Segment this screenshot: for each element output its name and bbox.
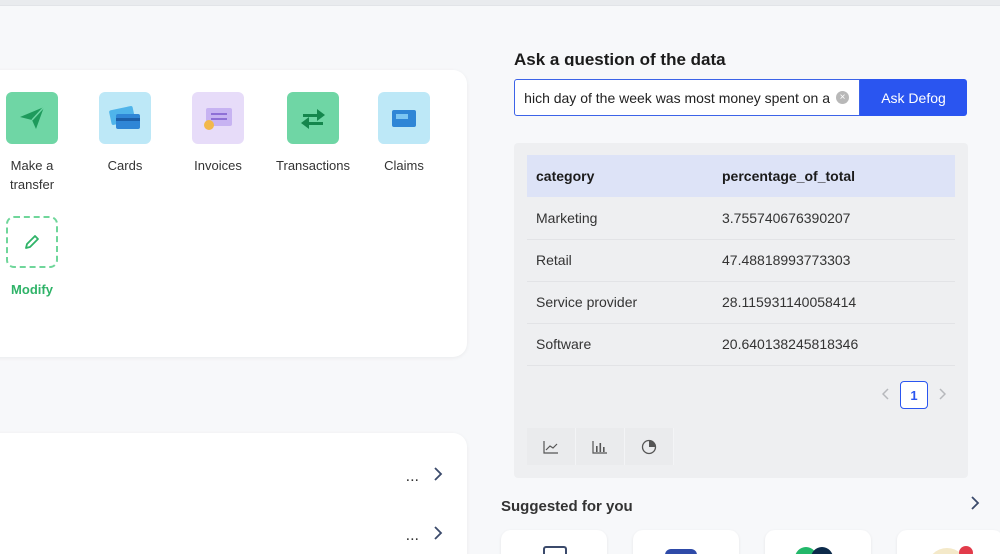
list-card: ... ...	[0, 433, 467, 554]
chart-type-tabs	[527, 428, 674, 465]
suggested-title: Suggested for you	[501, 498, 633, 515]
suggested-card[interactable]	[765, 530, 871, 554]
suggested-card[interactable]	[501, 530, 607, 554]
action-label: Transactions	[276, 158, 350, 173]
calendar-icon	[543, 546, 567, 554]
clear-input-icon[interactable]: ×	[836, 91, 849, 104]
list-row[interactable]: ...	[406, 467, 443, 486]
table-cell: 3.755740676390207	[713, 197, 955, 240]
action-cards[interactable]: Cards	[80, 92, 170, 175]
action-modify[interactable]: Modify	[0, 216, 77, 299]
action-label: Invoices	[194, 158, 242, 173]
ask-query-input[interactable]	[525, 89, 830, 106]
ask-defog-button[interactable]: Ask Defog	[860, 79, 967, 116]
action-invoices[interactable]: Invoices	[173, 92, 263, 175]
pagination: 1	[881, 381, 947, 409]
ask-heading: Ask a question of the data	[514, 50, 726, 66]
paper-plane-icon	[6, 92, 58, 144]
list-row[interactable]: ...	[406, 526, 443, 545]
column-header-category[interactable]: category	[527, 155, 713, 197]
table-row: Service provider 28.115931140058414	[527, 281, 955, 324]
suggested-card[interactable]	[897, 530, 1000, 554]
table-row: Marketing 3.755740676390207	[527, 197, 955, 240]
chevron-right-icon	[433, 467, 443, 486]
suggested-card[interactable]	[633, 530, 739, 554]
table-cell: Marketing	[527, 197, 713, 240]
table-cell: 47.48818993773303	[713, 239, 955, 282]
chevron-right-icon[interactable]	[970, 496, 980, 515]
chevron-right-icon	[433, 526, 443, 545]
action-label: Claims	[384, 158, 424, 173]
table-row: Software 20.640138245818346	[527, 323, 955, 366]
table-row: Retail 47.48818993773303	[527, 239, 955, 282]
table-cell: 20.640138245818346	[713, 323, 955, 366]
action-transactions[interactable]: Transactions	[268, 92, 358, 175]
table-cell: Service provider	[527, 281, 713, 324]
top-bar	[0, 0, 1000, 6]
action-make-transfer[interactable]: Make a transfer	[0, 92, 77, 194]
card-shape-icon	[665, 549, 697, 554]
list-row-ellipsis: ...	[405, 467, 419, 485]
line-chart-icon[interactable]	[527, 428, 576, 465]
ask-input-wrapper: ×	[514, 79, 860, 116]
action-label: Modify	[11, 282, 53, 297]
table-cell: 28.115931140058414	[713, 281, 955, 324]
quick-actions-card: Make a transfer Cards Invoices Transacti…	[0, 70, 467, 357]
list-row-ellipsis: ...	[405, 526, 419, 544]
invoice-icon	[192, 92, 244, 144]
action-label: Make a transfer	[9, 158, 55, 192]
transfer-arrows-icon	[287, 92, 339, 144]
table-header-row: category percentage_of_total	[527, 155, 955, 197]
navy-circle-icon	[811, 547, 833, 554]
pie-chart-icon[interactable]	[625, 428, 674, 465]
results-panel: category percentage_of_total Marketing 3…	[514, 143, 968, 478]
notification-dot-icon	[959, 546, 973, 554]
next-page-icon[interactable]	[938, 387, 947, 403]
page-number-current[interactable]: 1	[900, 381, 928, 409]
table-cell: Software	[527, 323, 713, 366]
pencil-icon	[6, 216, 58, 268]
column-header-percentage[interactable]: percentage_of_total	[713, 155, 955, 197]
bar-chart-icon[interactable]	[576, 428, 625, 465]
cards-icon	[99, 92, 151, 144]
action-label: Cards	[107, 158, 143, 173]
claims-card-icon	[378, 92, 430, 144]
prev-page-icon[interactable]	[881, 387, 890, 403]
table-cell: Retail	[527, 239, 713, 282]
action-claims[interactable]: Claims	[359, 92, 449, 175]
results-table: category percentage_of_total Marketing 3…	[527, 155, 955, 366]
